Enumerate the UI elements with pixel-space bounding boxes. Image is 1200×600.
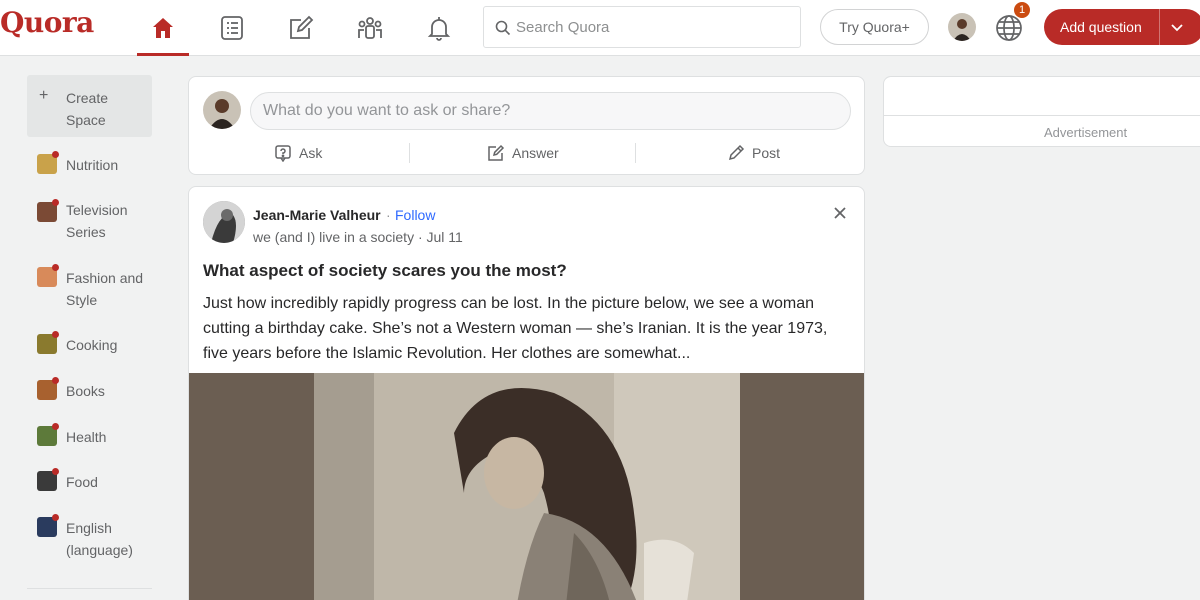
search-input[interactable] (516, 15, 786, 39)
action-separator (409, 143, 410, 163)
unread-dot (52, 199, 59, 206)
profile-avatar[interactable] (948, 13, 976, 41)
notifications-icon[interactable] (413, 0, 465, 56)
home-icon[interactable] (137, 0, 189, 56)
ad-divider (884, 115, 1200, 116)
answer-button[interactable]: Answer (487, 141, 559, 165)
spaces-sidebar: + Create Space (27, 75, 152, 137)
plus-icon: + (39, 87, 49, 104)
advertisement-label: Advertisement (1044, 125, 1128, 140)
question-title[interactable]: What aspect of society scares you the mo… (203, 261, 567, 281)
sidebar-item-label: Nutrition (66, 157, 119, 173)
search-box[interactable] (483, 6, 801, 48)
top-header: Quora Try Quora+ 1 Add question (0, 0, 1200, 56)
feed-post-card: Jean-Marie Valheur · Follow we (and I) l… (188, 186, 865, 600)
answer-excerpt[interactable]: Just how incredibly rapidly progress can… (203, 291, 855, 366)
post-icon (728, 144, 745, 161)
following-icon[interactable] (206, 0, 258, 56)
sidebar-item-label: Books (66, 383, 105, 399)
separator-dot: · (386, 207, 391, 223)
chevron-down-icon[interactable] (1160, 20, 1194, 34)
add-question-button[interactable]: Add question (1044, 9, 1200, 45)
post-label: Post (752, 145, 781, 161)
sidebar-item-label: English (language) (66, 520, 133, 558)
search-icon (495, 20, 511, 36)
ask-button[interactable]: Ask (274, 141, 322, 165)
ask-icon (275, 145, 291, 162)
ask-label: Ask (299, 145, 323, 161)
ask-share-input[interactable]: What do you want to ask or share? (250, 92, 851, 130)
follow-link[interactable]: Follow (395, 207, 435, 223)
answer-label: Answer (512, 145, 559, 161)
sidebar-divider (27, 588, 152, 589)
sidebar-item-label: Health (66, 429, 107, 445)
notification-badge: 1 (1013, 1, 1031, 19)
woman-cutting-cake-image (314, 373, 740, 600)
close-icon[interactable] (830, 203, 850, 223)
advertisement-panel: Advertisement (883, 76, 1200, 147)
unread-dot (52, 331, 59, 338)
author-name[interactable]: Jean-Marie Valheur (253, 207, 381, 223)
sidebar-item-label: Television Series (66, 202, 128, 240)
answer-icon[interactable] (275, 0, 327, 56)
answer-icon (488, 144, 505, 161)
create-space-button[interactable]: + Create Space (27, 75, 152, 137)
sidebar-item-label: Food (66, 474, 98, 490)
unread-dot (52, 151, 59, 158)
post-photo[interactable] (189, 373, 864, 600)
unread-dot (52, 423, 59, 430)
author-avatar[interactable] (203, 201, 245, 243)
unread-dot (52, 264, 59, 271)
spaces-icon[interactable] (344, 0, 396, 56)
unread-dot (52, 514, 59, 521)
ask-box: What do you want to ask or share? Ask An… (188, 76, 865, 175)
sidebar-item-label: Cooking (66, 337, 118, 353)
post-button[interactable]: Post (727, 141, 780, 165)
sidebar-item-label: Fashion and Style (66, 270, 144, 308)
add-question-label: Add question (1060, 19, 1142, 35)
try-quora-plus-button[interactable]: Try Quora+ (820, 9, 929, 45)
user-avatar[interactable] (203, 91, 241, 129)
unread-dot (52, 377, 59, 384)
author-credential: we (and I) live in a society · Jul 11 (253, 229, 463, 245)
unread-dot (52, 468, 59, 475)
create-space-label: Create Space (66, 90, 109, 128)
quora-logo[interactable]: Quora (0, 6, 94, 39)
action-separator (635, 143, 636, 163)
